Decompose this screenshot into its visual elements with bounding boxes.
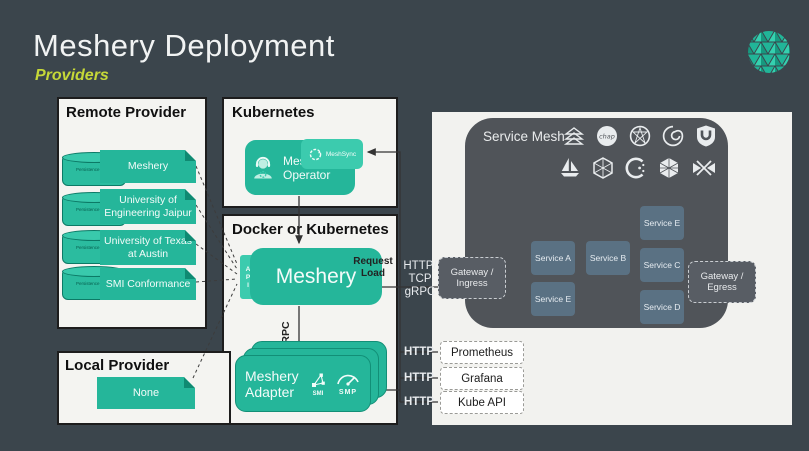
service-mesh-title: Service Mesh: [483, 129, 565, 144]
slide: Meshery Deployment Providers Remote Prov…: [0, 0, 809, 451]
meshery-adapter-box: Meshery Adapter SMI SMP: [235, 355, 371, 412]
prometheus-box: Prometheus: [440, 341, 524, 364]
ring-mesh-logo-icon: [628, 124, 652, 148]
mesh-logo-row-1: chap: [568, 124, 718, 148]
hexagon-mesh-logo-icon: [657, 156, 681, 180]
service-a-box: Service A: [531, 241, 575, 275]
svg-text:chap: chap: [599, 133, 615, 141]
gateway-egress-box: Gateway / Egress: [688, 261, 756, 303]
kube-api-box: Kube API: [440, 391, 524, 414]
service-e-top-box: Service E: [640, 206, 684, 240]
local-provider-item-none: None: [97, 377, 195, 409]
service-d-box: Service D: [640, 290, 684, 324]
meshsync-box: MeshSync: [301, 139, 363, 169]
remote-provider-item-meshery: Meshery: [100, 150, 196, 183]
smp-icon: SMP: [335, 371, 361, 396]
meshsync-icon: [308, 147, 323, 162]
layered-net-mesh-logo-icon: [562, 124, 586, 148]
meshery-adapter-label: Meshery Adapter: [245, 368, 301, 400]
operator-headset-icon: [249, 154, 277, 182]
shield-mesh-logo-icon: [694, 124, 718, 148]
wordmark-circle-mesh-logo-icon: chap: [595, 124, 619, 148]
http-label-3: HTTP: [404, 396, 434, 408]
mesh-logo-row-2: [568, 156, 718, 180]
remote-provider-item-jaipur: University of Engineering Jaipur: [100, 189, 196, 224]
sailboat-mesh-logo-icon: [558, 156, 582, 180]
service-b-box: Service B: [586, 241, 630, 275]
woven-cube-mesh-logo-icon: [591, 156, 615, 180]
service-c-box: Service C: [640, 248, 684, 282]
http-label-1: HTTP: [404, 346, 434, 358]
meshsync-label: MeshSync: [326, 151, 356, 158]
grafana-box: Grafana: [440, 367, 524, 390]
request-load-label: Request Load: [350, 256, 396, 280]
swirl-mesh-logo-icon: [661, 124, 685, 148]
smi-icon: SMI: [308, 371, 328, 397]
remote-provider-item-smi: SMI Conformance: [100, 268, 196, 300]
service-e-bottom-box: Service E: [531, 282, 575, 316]
knot-x-mesh-logo-icon: [690, 156, 718, 180]
http-label-2: HTTP: [404, 372, 434, 384]
http-tcp-grpc-label: HTTP/ TCP gRPC: [402, 260, 438, 299]
c-dots-mesh-logo-icon: [624, 156, 648, 180]
gateway-ingress-box: Gateway / Ingress: [438, 257, 506, 299]
remote-provider-item-texas: University of Texas at Austin: [100, 230, 196, 265]
